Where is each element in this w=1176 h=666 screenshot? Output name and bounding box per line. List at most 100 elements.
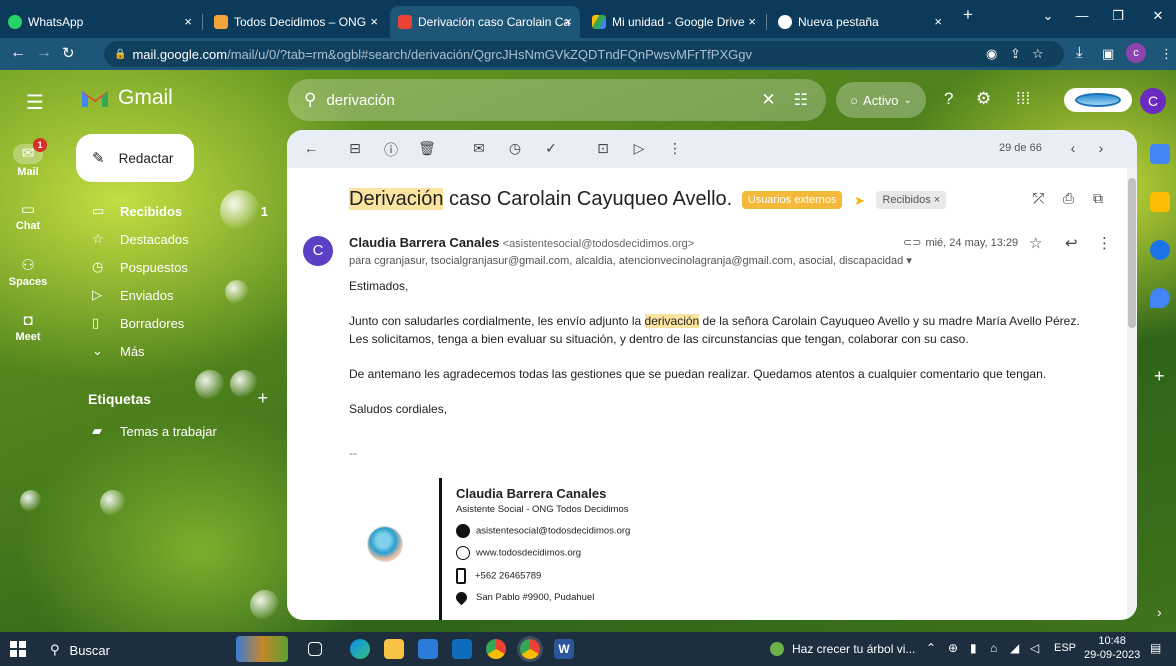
gmail-logo[interactable]: Gmail <box>80 86 173 110</box>
back-icon[interactable]: ← <box>10 44 26 62</box>
eye-icon[interactable]: ◉ <box>986 46 997 62</box>
close-window-icon[interactable]: ✕ <box>1146 8 1170 24</box>
minimize-icon[interactable]: — <box>1070 8 1094 23</box>
sender-avatar[interactable]: C <box>303 236 333 266</box>
folder-inbox[interactable]: ▭ Recibidos 1 <box>92 203 268 219</box>
search-input[interactable]: derivación <box>326 92 761 109</box>
tray-chevron-icon[interactable]: ⌃ <box>926 641 936 655</box>
share-icon[interactable]: ⇪ <box>1010 46 1021 62</box>
back-to-list-icon[interactable]: ← <box>301 140 321 156</box>
move-to-icon[interactable]: ⊡ <box>593 140 613 157</box>
notifications-icon[interactable]: ▤ <box>1150 641 1161 655</box>
close-tab-icon[interactable]: × <box>184 14 192 29</box>
status-selector[interactable]: ○ Activo ⌄ <box>836 82 926 118</box>
forward-icon[interactable]: → <box>36 44 52 62</box>
open-new-window-icon[interactable]: ⧉ <box>1093 190 1103 207</box>
main-menu-icon[interactable]: ☰ <box>26 90 44 115</box>
tasks-icon[interactable] <box>1150 240 1170 260</box>
profile-avatar[interactable]: c <box>1126 43 1146 63</box>
reload-icon[interactable]: ↻ <box>62 44 75 62</box>
close-tab-icon[interactable]: × <box>564 14 572 29</box>
rail-meet[interactable]: ◘ Meet <box>0 312 56 343</box>
importance-marker-icon[interactable]: ➤ <box>854 193 865 208</box>
sender-name[interactable]: Claudia Barrera Canales <box>349 235 499 250</box>
folder-sent[interactable]: ▷ Enviados <box>92 287 173 303</box>
tab-whatsapp[interactable]: WhatsApp × <box>0 6 200 38</box>
chrome-icon[interactable] <box>486 639 506 659</box>
external-users-badge[interactable]: Usuarios externos <box>741 190 843 209</box>
account-avatar[interactable]: C <box>1140 88 1166 114</box>
chrome-profile-icon[interactable] <box>520 639 540 659</box>
report-spam-icon[interactable]: ⓘ <box>381 140 401 160</box>
organization-logo[interactable] <box>1064 88 1132 112</box>
rail-chat[interactable]: ▭ Chat <box>0 200 56 232</box>
clear-search-icon[interactable]: ✕ <box>761 90 775 110</box>
language-indicator[interactable]: ESP <box>1054 642 1076 654</box>
rail-mail[interactable]: ✉ 1 Mail <box>0 138 56 178</box>
snooze-icon[interactable]: ◷ <box>505 140 525 157</box>
add-label-icon[interactable]: + <box>257 388 268 409</box>
get-addons-icon[interactable]: + <box>1154 366 1165 387</box>
newer-chevron-icon[interactable]: ‹ <box>1063 140 1083 156</box>
compose-button[interactable]: ✎ Redactar <box>76 134 194 182</box>
tab-derivacion-active[interactable]: Derivación caso Carolain Ca × <box>390 6 580 38</box>
search-highlight-image[interactable] <box>236 636 288 662</box>
more-options-icon[interactable]: ⋮ <box>1097 234 1112 252</box>
store-icon[interactable] <box>418 639 438 659</box>
older-chevron-icon[interactable]: › <box>1091 140 1111 156</box>
folder-drafts[interactable]: ▯ Borradores <box>92 315 184 331</box>
archive-icon[interactable]: ⊟ <box>345 140 365 157</box>
expand-side-panel-icon[interactable]: › <box>1157 604 1162 620</box>
edge-icon[interactable] <box>350 639 370 659</box>
help-icon[interactable]: ? <box>944 89 953 109</box>
tab-google-drive[interactable]: Mi unidad - Google Drive × <box>584 6 764 38</box>
mail-app-icon[interactable] <box>452 639 472 659</box>
tab-todos-decidimos[interactable]: Todos Decidimos – ONG × <box>206 6 386 38</box>
news-widget[interactable]: Haz crecer tu árbol vi... <box>770 642 915 656</box>
email-scrollbar[interactable] <box>1127 168 1137 620</box>
close-tab-icon[interactable]: × <box>370 14 378 29</box>
folder-snoozed[interactable]: ◷ Pospuestos <box>92 259 188 275</box>
taskbar-search[interactable]: ⚲ Buscar <box>50 642 110 658</box>
new-tab-button[interactable]: + <box>956 5 980 25</box>
settings-gear-icon[interactable]: ⚙ <box>976 89 991 109</box>
signature-email[interactable]: asistentesocial@todosdecidimos.org <box>476 526 630 537</box>
file-explorer-icon[interactable] <box>384 639 404 659</box>
url-field[interactable]: 🔒 mail.google.com /mail/u/0/?tab=rm&ogbl… <box>104 41 1064 67</box>
delete-icon[interactable]: 🗑 <box>417 140 437 157</box>
folder-starred[interactable]: ☆ Destacados <box>92 231 189 247</box>
star-email-icon[interactable]: ☆ <box>1029 234 1042 252</box>
windows-start-icon[interactable] <box>10 641 26 657</box>
sidebar-icon[interactable]: ▣ <box>1102 46 1114 62</box>
inbox-label-badge[interactable]: Recibidos × <box>876 190 947 209</box>
tab-new-tab[interactable]: Nueva pestaña × <box>770 6 950 38</box>
browser-menu-icon[interactable]: ⋮ <box>1160 46 1173 62</box>
keep-icon[interactable] <box>1150 192 1170 212</box>
apps-grid-icon[interactable]: ⁞⁞⁞ <box>1016 89 1030 109</box>
bookmark-star-icon[interactable]: ☆ <box>1032 46 1044 62</box>
tray-icon[interactable]: ⊕ <box>948 641 958 655</box>
network-icon[interactable]: ⌂ <box>990 641 997 655</box>
label-item[interactable]: ▰ Temas a trabajar <box>92 423 217 439</box>
folder-more[interactable]: ⌄ Más <box>92 343 145 359</box>
rail-spaces[interactable]: ⚇ Spaces <box>0 256 56 288</box>
add-task-icon[interactable]: ✓ <box>541 140 561 157</box>
recipients-line[interactable]: para cgranjasur, tsocialgranjasur@gmail.… <box>349 254 912 267</box>
wifi-icon[interactable]: ◢ <box>1010 641 1019 655</box>
more-actions-icon[interactable]: ⋮ <box>665 140 685 157</box>
expand-all-icon[interactable]: ⤱ <box>1033 190 1044 207</box>
scrollbar-thumb[interactable] <box>1128 178 1136 328</box>
restore-icon[interactable]: ❐ <box>1106 8 1130 24</box>
volume-icon[interactable]: ◁ <box>1030 641 1039 655</box>
search-bar[interactable]: ⚲ derivación ✕ ☷ <box>288 79 826 121</box>
label-icon[interactable]: ▷ <box>629 140 649 157</box>
tab-search-chevron-icon[interactable]: ⌄ <box>1036 8 1060 24</box>
print-icon[interactable]: ⎙ <box>1063 190 1074 207</box>
search-options-icon[interactable]: ☷ <box>794 90 808 110</box>
contacts-icon[interactable] <box>1150 288 1170 308</box>
battery-icon[interactable]: ▮ <box>970 641 977 655</box>
close-tab-icon[interactable]: × <box>934 14 942 29</box>
word-icon[interactable]: W <box>554 639 574 659</box>
download-icon[interactable]: ⤓ <box>1076 44 1083 61</box>
mark-unread-icon[interactable]: ✉ <box>469 140 489 157</box>
